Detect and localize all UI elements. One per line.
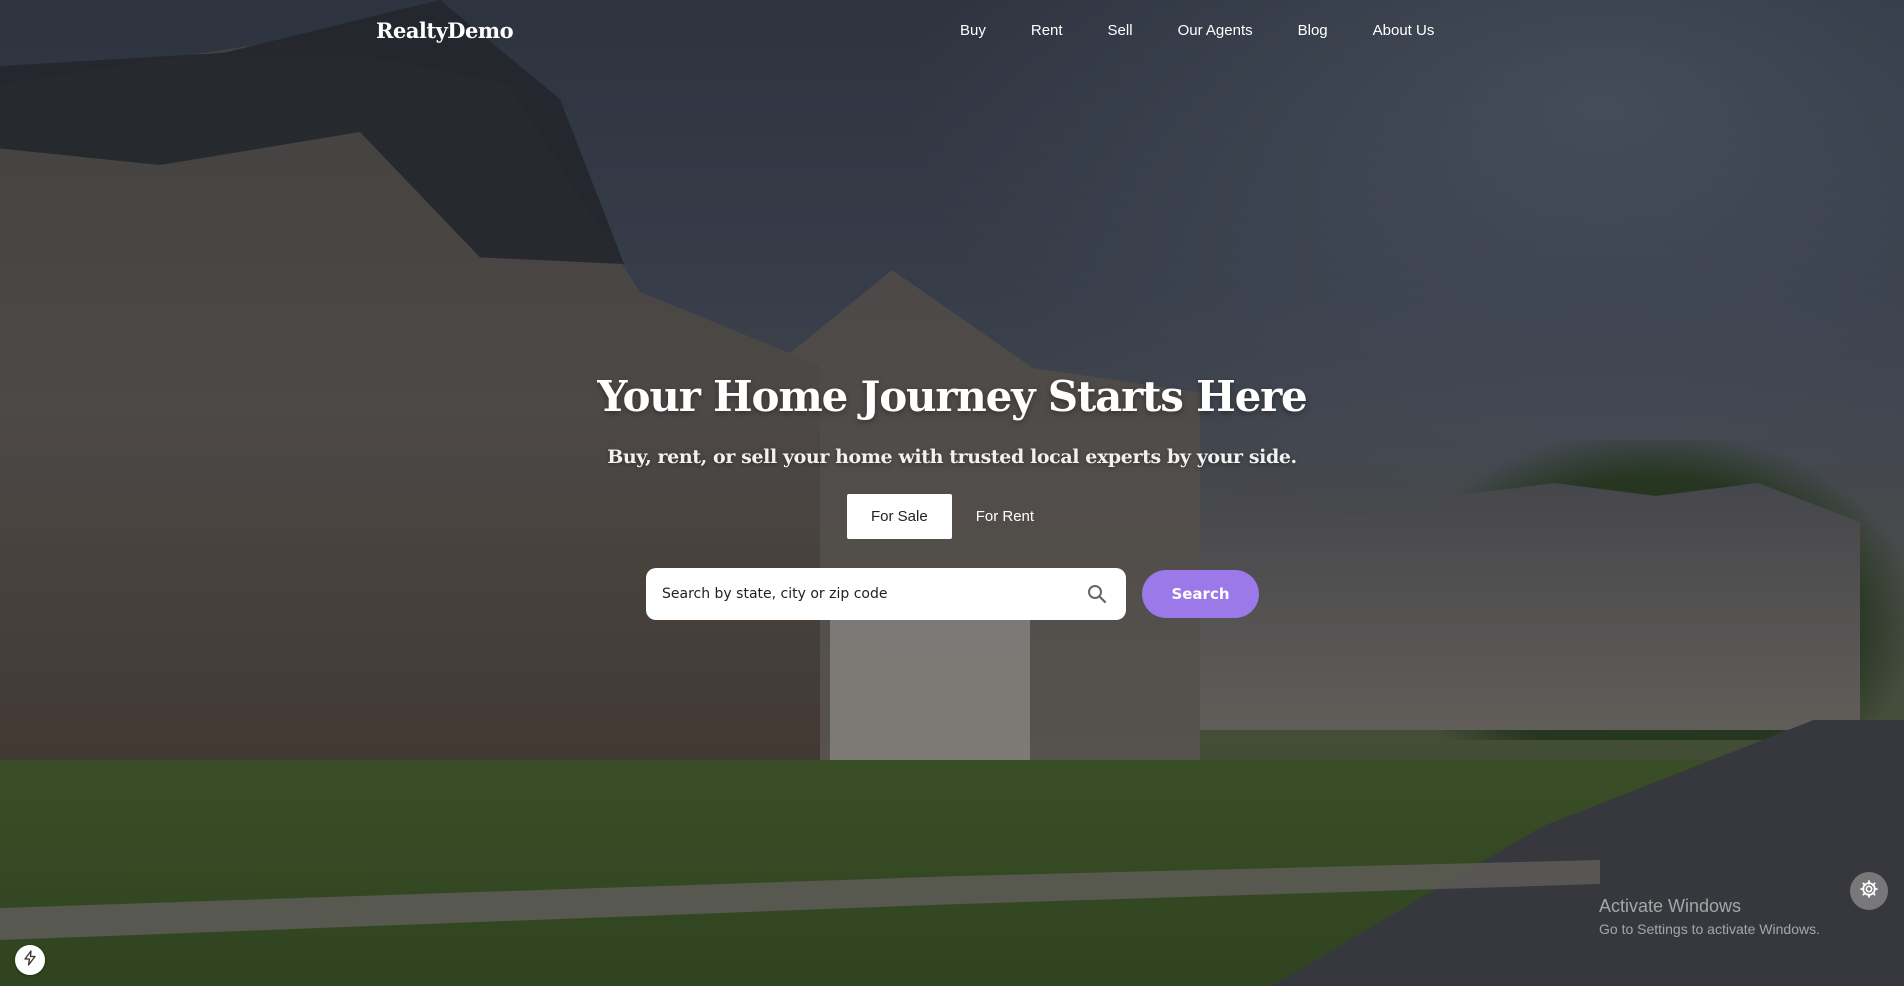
- quick-action-button[interactable]: [15, 945, 45, 975]
- nav-buy[interactable]: Buy: [960, 22, 986, 39]
- dark-overlay: [0, 0, 1904, 986]
- nav-rent[interactable]: Rent: [1031, 22, 1063, 39]
- site-header: RealtyDemo Buy Rent Sell Our Agents Blog…: [0, 0, 1904, 62]
- gear-icon: [1859, 879, 1879, 904]
- watermark-title: Activate Windows: [1599, 896, 1742, 916]
- site-logo[interactable]: RealtyDemo: [376, 18, 514, 43]
- tab-for-rent[interactable]: For Rent: [952, 494, 1058, 539]
- watermark-subtitle: Go to Settings to activate Windows.: [1599, 921, 1820, 937]
- bolt-icon: [22, 949, 38, 971]
- main-nav: Buy Rent Sell Our Agents Blog About Us: [960, 22, 1479, 39]
- nav-blog[interactable]: Blog: [1298, 22, 1328, 39]
- settings-button[interactable]: [1850, 872, 1888, 910]
- activate-windows-watermark: Activate Windows Go to Settings to activ…: [1599, 896, 1820, 937]
- listing-type-tabs: For Sale For Rent: [847, 494, 1058, 539]
- nav-our-agents[interactable]: Our Agents: [1178, 22, 1253, 39]
- tab-for-sale[interactable]: For Sale: [847, 494, 952, 539]
- search-box: [646, 568, 1126, 620]
- search-button[interactable]: Search: [1142, 570, 1259, 618]
- nav-sell[interactable]: Sell: [1108, 22, 1133, 39]
- hero-title: Your Home Journey Starts Here: [597, 372, 1307, 421]
- search-icon[interactable]: [1086, 583, 1108, 605]
- search-input[interactable]: [660, 585, 1086, 603]
- hero-subtitle: Buy, rent, or sell your home with truste…: [607, 446, 1297, 468]
- page: RealtyDemo Buy Rent Sell Our Agents Blog…: [0, 0, 1904, 986]
- nav-about-us[interactable]: About Us: [1373, 22, 1435, 39]
